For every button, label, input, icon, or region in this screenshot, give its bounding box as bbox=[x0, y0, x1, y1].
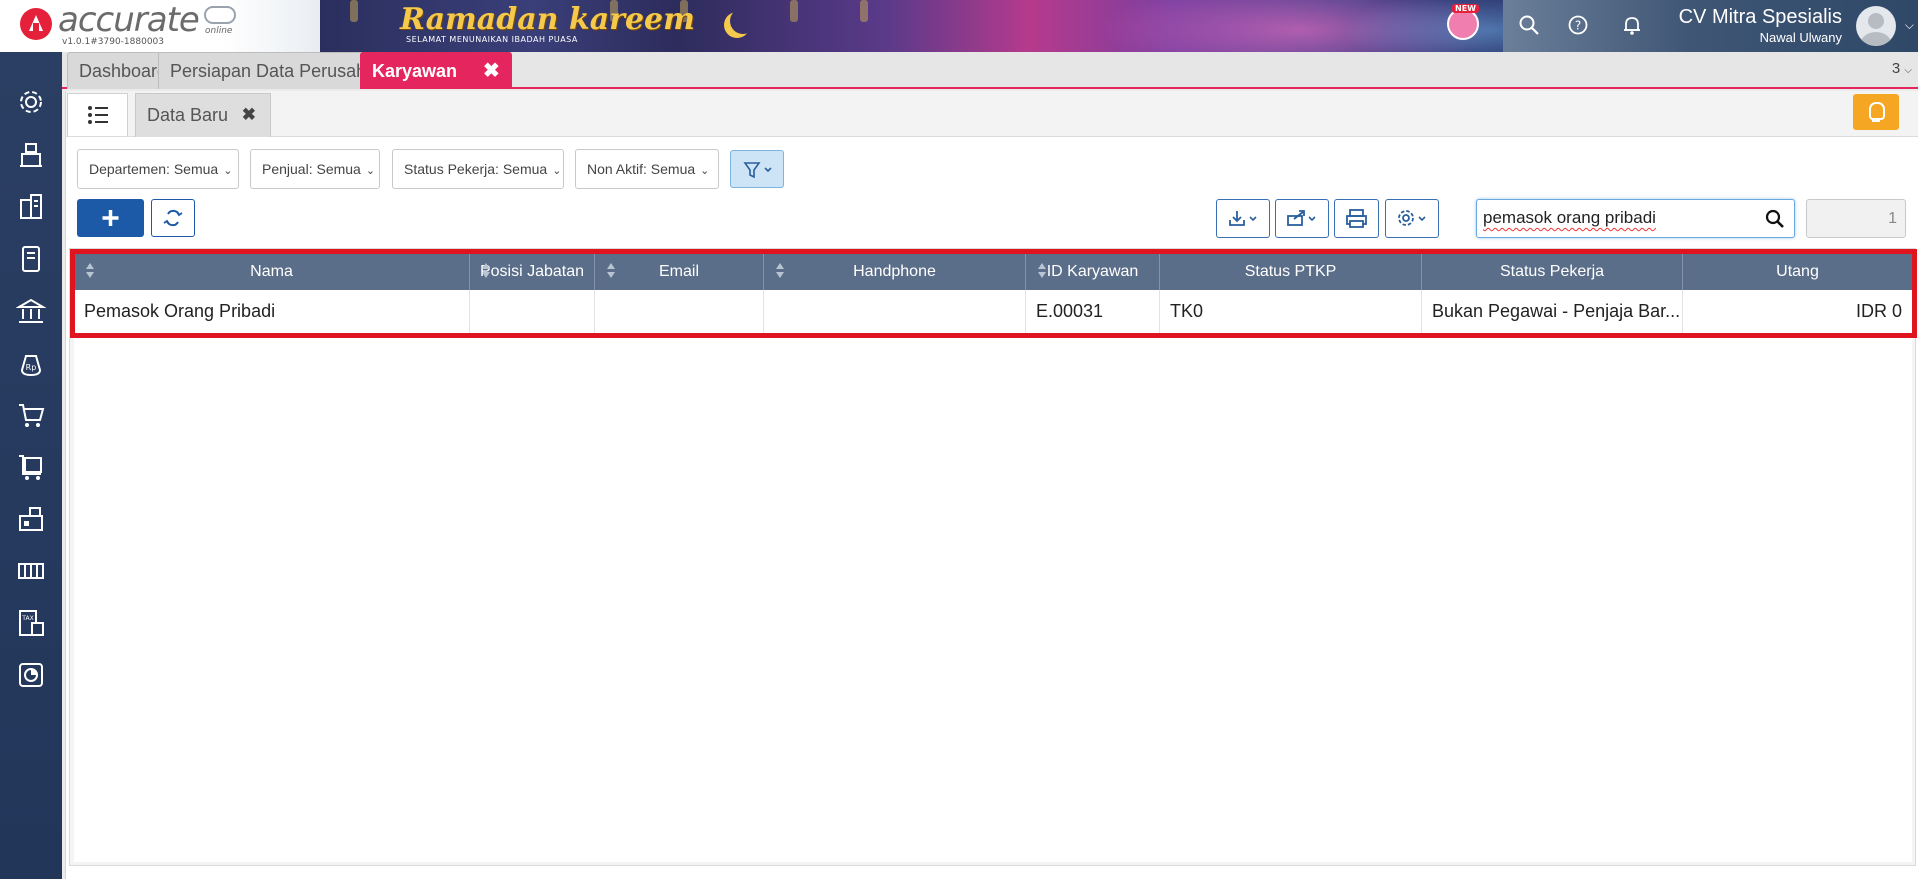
search-icon[interactable] bbox=[1517, 14, 1541, 38]
chevron-down-icon[interactable]: ⌵ bbox=[1905, 18, 1914, 33]
company-icon[interactable] bbox=[16, 192, 46, 222]
close-icon[interactable]: ✖ bbox=[242, 94, 256, 136]
work-area: Data Baru ✖ Departemen: Semua ⌄ Penjual: … bbox=[65, 91, 1918, 879]
lantern-icon bbox=[860, 0, 868, 22]
refresh-icon bbox=[163, 209, 183, 227]
tab-karyawan[interactable]: Karyawan ✖ bbox=[360, 52, 512, 89]
money-bag-icon[interactable]: Rp bbox=[16, 348, 46, 378]
logo-area[interactable]: accurate online v1.0.1#3790-1880003 bbox=[0, 0, 320, 52]
sub-tab-bar: Data Baru ✖ bbox=[66, 91, 1918, 137]
plus-icon bbox=[102, 210, 119, 226]
filter-penjual[interactable]: Penjual: Semua ⌄ bbox=[250, 149, 380, 189]
print-button[interactable] bbox=[1334, 199, 1379, 238]
tab-strip: Dashboard Persiapan Data Perusahaan Kary… bbox=[62, 52, 1918, 89]
svg-text:?: ? bbox=[1575, 19, 1581, 33]
table-empty-area bbox=[74, 338, 1912, 862]
subtab-data-baru[interactable]: Data Baru ✖ bbox=[135, 93, 271, 137]
employee-table: Nama Posisi Jabatan Email Handphone ID K… bbox=[69, 248, 1917, 866]
tab-count[interactable]: 3 ⌵ bbox=[1892, 60, 1912, 77]
warehouse-icon[interactable] bbox=[16, 504, 46, 534]
export-button[interactable] bbox=[1275, 199, 1329, 238]
purchase-icon[interactable] bbox=[16, 452, 46, 482]
settings-button[interactable] bbox=[1385, 199, 1439, 238]
sidebar: Rp TAX bbox=[0, 52, 62, 879]
subtab-label: Data Baru bbox=[147, 105, 229, 125]
download-icon bbox=[1229, 211, 1257, 226]
close-icon[interactable]: ✖ bbox=[483, 53, 500, 89]
company-name[interactable]: CV Mitra Spesialis bbox=[1679, 6, 1842, 29]
new-badge: NEW bbox=[1452, 4, 1479, 13]
share-icon bbox=[1287, 210, 1316, 226]
accurate-logo-icon bbox=[20, 8, 52, 40]
gear-icon bbox=[1398, 210, 1426, 226]
user-name: Nawal Ulwany bbox=[1759, 30, 1842, 45]
svg-text:Rp: Rp bbox=[26, 363, 37, 372]
banner-title: Ramadan kareem bbox=[400, 2, 695, 37]
lantern-icon bbox=[790, 0, 798, 22]
app-version: v1.0.1#3790-1880003 bbox=[62, 37, 165, 47]
ramadan-banner: Ramadan kareem SELAMAT MENUNAIKAN IBADAH… bbox=[320, 0, 1503, 52]
chevron-down-icon: ⌄ bbox=[223, 165, 233, 177]
banner-subtitle: SELAMAT MENUNAIKAN IBADAH PUASA bbox=[406, 35, 578, 44]
tab-label: Dashboard bbox=[79, 61, 168, 81]
assets-icon[interactable] bbox=[16, 556, 46, 586]
page-number-input[interactable]: 1 bbox=[1806, 199, 1906, 238]
list-icon bbox=[88, 106, 108, 124]
crescent-moon-icon bbox=[730, 8, 756, 34]
cloud-icon bbox=[204, 6, 236, 24]
avatar[interactable] bbox=[1856, 6, 1896, 46]
cart-icon[interactable] bbox=[16, 400, 46, 430]
logo-text: accurate bbox=[58, 0, 200, 40]
svg-text:TAX: TAX bbox=[21, 615, 33, 622]
filter-departemen[interactable]: Departemen: Semua ⌄ bbox=[77, 149, 239, 189]
list-view-button[interactable] bbox=[67, 93, 128, 136]
chevron-down-icon: ⌄ bbox=[700, 165, 710, 177]
lantern-icon bbox=[350, 0, 358, 22]
advanced-filter-button[interactable] bbox=[730, 150, 784, 188]
bell-icon[interactable] bbox=[1620, 14, 1644, 38]
highlight-frame bbox=[70, 249, 1917, 338]
lightbulb-icon[interactable] bbox=[1853, 94, 1899, 130]
cashier-icon[interactable] bbox=[16, 140, 46, 170]
tab-label: Karyawan bbox=[372, 61, 458, 81]
add-button[interactable] bbox=[77, 199, 144, 237]
logo-suffix: online bbox=[205, 26, 233, 36]
bank-icon[interactable] bbox=[16, 296, 46, 326]
import-button[interactable] bbox=[1216, 199, 1270, 238]
top-bar: accurate online v1.0.1#3790-1880003 Rama… bbox=[0, 0, 1918, 52]
settings-icon[interactable] bbox=[16, 87, 46, 117]
tax-icon[interactable]: TAX bbox=[16, 608, 46, 638]
funnel-icon bbox=[743, 162, 772, 179]
refresh-button[interactable] bbox=[151, 199, 195, 237]
printer-icon bbox=[1346, 209, 1367, 228]
chevron-down-icon: ⌄ bbox=[365, 165, 376, 177]
help-icon[interactable]: ? bbox=[1566, 14, 1590, 38]
main-area: Dashboard Persiapan Data Perusahaan Kary… bbox=[62, 52, 1918, 879]
filter-non-aktif[interactable]: Non Aktif: Semua ⌄ bbox=[575, 149, 719, 189]
search-input-value: pemasok orang pribadi bbox=[1483, 208, 1656, 227]
chevron-down-icon: ⌄ bbox=[552, 165, 562, 177]
filter-status-pekerja[interactable]: Status Pekerja: Semua ⌄ bbox=[392, 149, 564, 189]
search-input[interactable]: pemasok orang pribadi bbox=[1476, 199, 1795, 238]
ledger-icon[interactable] bbox=[16, 244, 46, 274]
user-area: ? CV Mitra Spesialis Nawal Ulwany ⌵ bbox=[1503, 0, 1918, 52]
search-icon[interactable] bbox=[1764, 208, 1786, 230]
report-icon[interactable] bbox=[16, 660, 46, 690]
